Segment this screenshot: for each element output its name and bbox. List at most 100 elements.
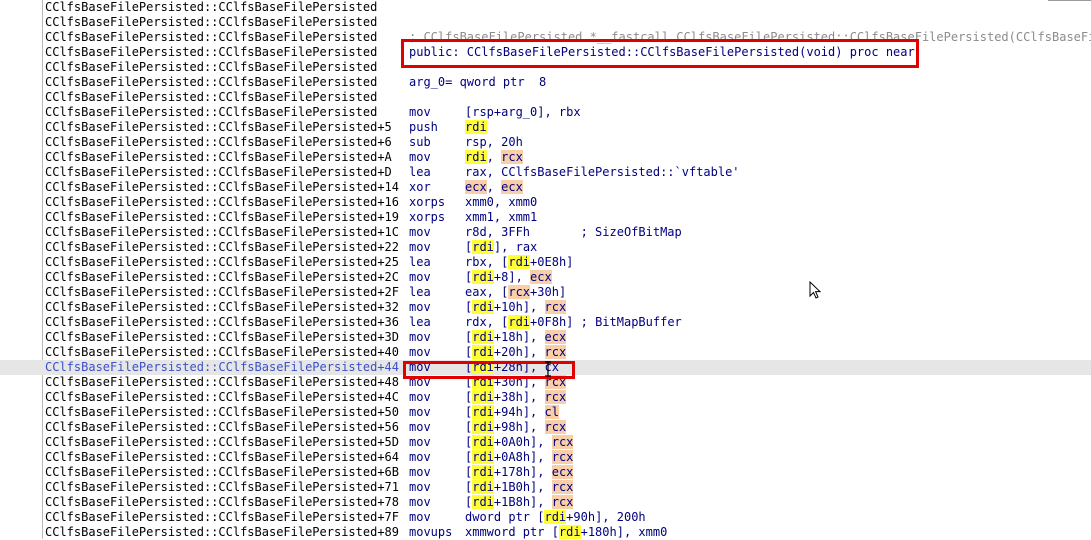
operand-text: +20h], [493,345,545,359]
highlighted-register[interactable]: rcx [551,480,574,494]
highlighted-register[interactable]: rcx [551,450,574,464]
operand-text: xmm1, xmm1 [465,210,538,224]
disassembly-row[interactable]: CClfsBaseFilePersisted::CClfsBaseFilePer… [0,240,1091,255]
address-label: CClfsBaseFilePersisted::CClfsBaseFilePer… [45,60,378,74]
highlighted-register[interactable]: rdi [472,270,494,284]
address-label: CClfsBaseFilePersisted::CClfsBaseFilePer… [45,465,400,479]
disassembly-row[interactable]: CClfsBaseFilePersisted::CClfsBaseFilePer… [0,90,1091,105]
address-label: CClfsBaseFilePersisted::CClfsBaseFilePer… [45,45,378,59]
disassembly-row[interactable]: CClfsBaseFilePersisted::CClfsBaseFilePer… [0,165,1091,180]
highlighted-register[interactable]: rcx [544,345,567,359]
disassembly-row[interactable]: CClfsBaseFilePersisted::CClfsBaseFilePer… [0,0,1091,15]
address-label: CClfsBaseFilePersisted::CClfsBaseFilePer… [45,0,378,14]
disassembly-row[interactable]: CClfsBaseFilePersisted::CClfsBaseFilePer… [0,195,1091,210]
address-label: CClfsBaseFilePersisted::CClfsBaseFilePer… [45,375,400,389]
highlighted-register[interactable]: rdi [472,345,494,359]
operand-text: +98h], [493,420,545,434]
disassembly-row[interactable]: CClfsBaseFilePersisted::CClfsBaseFilePer… [0,135,1091,150]
highlighted-register[interactable]: rdi [472,240,494,254]
highlighted-register[interactable]: rcx [508,285,531,299]
disassembly-row[interactable]: CClfsBaseFilePersisted::CClfsBaseFilePer… [0,510,1091,525]
instruction-mnemonic: sub [409,135,431,149]
highlighted-register[interactable]: rcx [544,390,567,404]
highlighted-register[interactable]: rdi [472,420,494,434]
address-label: CClfsBaseFilePersisted::CClfsBaseFilePer… [45,420,400,434]
disassembly-row[interactable]: CClfsBaseFilePersisted::CClfsBaseFilePer… [0,465,1091,480]
disassembly-row[interactable]: CClfsBaseFilePersisted::CClfsBaseFilePer… [0,105,1091,120]
disassembly-row[interactable]: CClfsBaseFilePersisted::CClfsBaseFilePer… [0,420,1091,435]
highlighted-register[interactable]: ecx [530,270,552,284]
highlighted-register[interactable]: ecx [465,180,487,194]
operand-text: , [486,150,502,164]
highlighted-register[interactable]: ecx [544,330,567,344]
disassembly-row[interactable]: CClfsBaseFilePersisted::CClfsBaseFilePer… [0,390,1091,405]
disassembly-row[interactable]: CClfsBaseFilePersisted::CClfsBaseFilePer… [0,495,1091,510]
highlighted-register[interactable]: rdi [472,465,494,479]
disassembly-row[interactable]: CClfsBaseFilePersisted::CClfsBaseFilePer… [0,75,1091,90]
disassembly-row[interactable]: CClfsBaseFilePersisted::CClfsBaseFilePer… [0,150,1091,165]
disassembly-row[interactable]: CClfsBaseFilePersisted::CClfsBaseFilePer… [0,255,1091,270]
highlighted-register[interactable]: rdi [558,525,581,539]
highlighted-register[interactable]: rcx [501,150,523,164]
operand-text: , [486,180,502,194]
instruction-mnemonic: mov [409,405,431,419]
disassembly-row[interactable]: CClfsBaseFilePersisted::CClfsBaseFilePer… [0,480,1091,495]
instruction-mnemonic: mov [409,270,431,284]
instruction-operands: [rdi], rax [465,240,537,255]
operand-text: +1B0h], [493,480,552,494]
address-label: CClfsBaseFilePersisted::CClfsBaseFilePer… [45,30,378,44]
highlighted-register[interactable]: rdi [472,300,494,314]
disassembly-row[interactable]: CClfsBaseFilePersisted::CClfsBaseFilePer… [0,180,1091,195]
instruction-operands: rbx, [rdi+0E8h] [465,255,573,270]
highlighted-register[interactable]: rcx [551,435,574,449]
disassembly-row[interactable]: CClfsBaseFilePersisted::CClfsBaseFilePer… [0,525,1091,540]
instruction-operands: rdi [465,120,487,135]
highlighted-register[interactable]: rdi [472,390,494,404]
highlighted-register[interactable]: rdi [508,315,531,329]
highlighted-register[interactable]: cl [544,405,559,419]
address-label: CClfsBaseFilePersisted::CClfsBaseFilePer… [45,525,400,539]
instruction-operands: [rdi+38h], rcx [465,390,567,405]
highlighted-register[interactable]: rcx [544,420,567,434]
highlighted-register[interactable]: rdi [472,495,494,509]
operand-text: +38h], [493,390,545,404]
highlighted-register[interactable]: rdi [472,480,494,494]
highlighted-register[interactable]: rdi [472,450,494,464]
highlighted-register[interactable]: rdi [465,120,487,134]
disassembly-row[interactable]: CClfsBaseFilePersisted::CClfsBaseFilePer… [0,405,1091,420]
operand-text: xmmword ptr [ [465,525,559,539]
listing-text: arg_0= qword ptr 8 [409,75,547,89]
text-cursor-icon [545,361,551,377]
highlighted-register[interactable]: rdi [472,435,494,449]
highlighted-register[interactable]: rcx [551,495,574,509]
address-label: CClfsBaseFilePersisted::CClfsBaseFilePer… [45,210,400,224]
address-label: CClfsBaseFilePersisted::CClfsBaseFilePer… [45,300,400,314]
disassembly-row[interactable]: CClfsBaseFilePersisted::CClfsBaseFilePer… [0,345,1091,360]
highlighted-register[interactable]: rdi [472,330,494,344]
disassembly-row[interactable]: CClfsBaseFilePersisted::CClfsBaseFilePer… [0,270,1091,285]
instruction-operands: eax, [rcx+30h] [465,285,566,300]
address-label: CClfsBaseFilePersisted::CClfsBaseFilePer… [45,75,378,89]
highlighted-register[interactable]: ecx [551,465,574,479]
highlighted-register[interactable]: rcx [544,300,567,314]
disassembly-row[interactable]: CClfsBaseFilePersisted::CClfsBaseFilePer… [0,330,1091,345]
instruction-operands: [rdi+10h], rcx [465,300,567,315]
disassembly-row[interactable]: CClfsBaseFilePersisted::CClfsBaseFilePer… [0,120,1091,135]
disassembly-row[interactable]: CClfsBaseFilePersisted::CClfsBaseFilePer… [0,285,1091,300]
disassembly-view[interactable]: CClfsBaseFilePersisted::CClfsBaseFilePer… [0,0,1091,539]
address-label: CClfsBaseFilePersisted::CClfsBaseFilePer… [45,15,378,29]
highlighted-register[interactable]: ecx [501,180,523,194]
highlighted-register[interactable]: rdi [508,255,531,269]
highlighted-register[interactable]: rdi [544,510,567,524]
disassembly-row[interactable]: CClfsBaseFilePersisted::CClfsBaseFilePer… [0,435,1091,450]
disassembly-row[interactable]: CClfsBaseFilePersisted::CClfsBaseFilePer… [0,315,1091,330]
address-label: CClfsBaseFilePersisted::CClfsBaseFilePer… [45,90,378,104]
highlighted-register[interactable]: rdi [465,150,487,164]
disassembly-row[interactable]: CClfsBaseFilePersisted::CClfsBaseFilePer… [0,450,1091,465]
address-label: CClfsBaseFilePersisted::CClfsBaseFilePer… [45,285,400,299]
disassembly-row[interactable]: CClfsBaseFilePersisted::CClfsBaseFilePer… [0,300,1091,315]
disassembly-row[interactable]: CClfsBaseFilePersisted::CClfsBaseFilePer… [0,15,1091,30]
disassembly-row[interactable]: CClfsBaseFilePersisted::CClfsBaseFilePer… [0,210,1091,225]
highlighted-register[interactable]: rdi [472,405,494,419]
disassembly-row[interactable]: CClfsBaseFilePersisted::CClfsBaseFilePer… [0,225,1091,240]
